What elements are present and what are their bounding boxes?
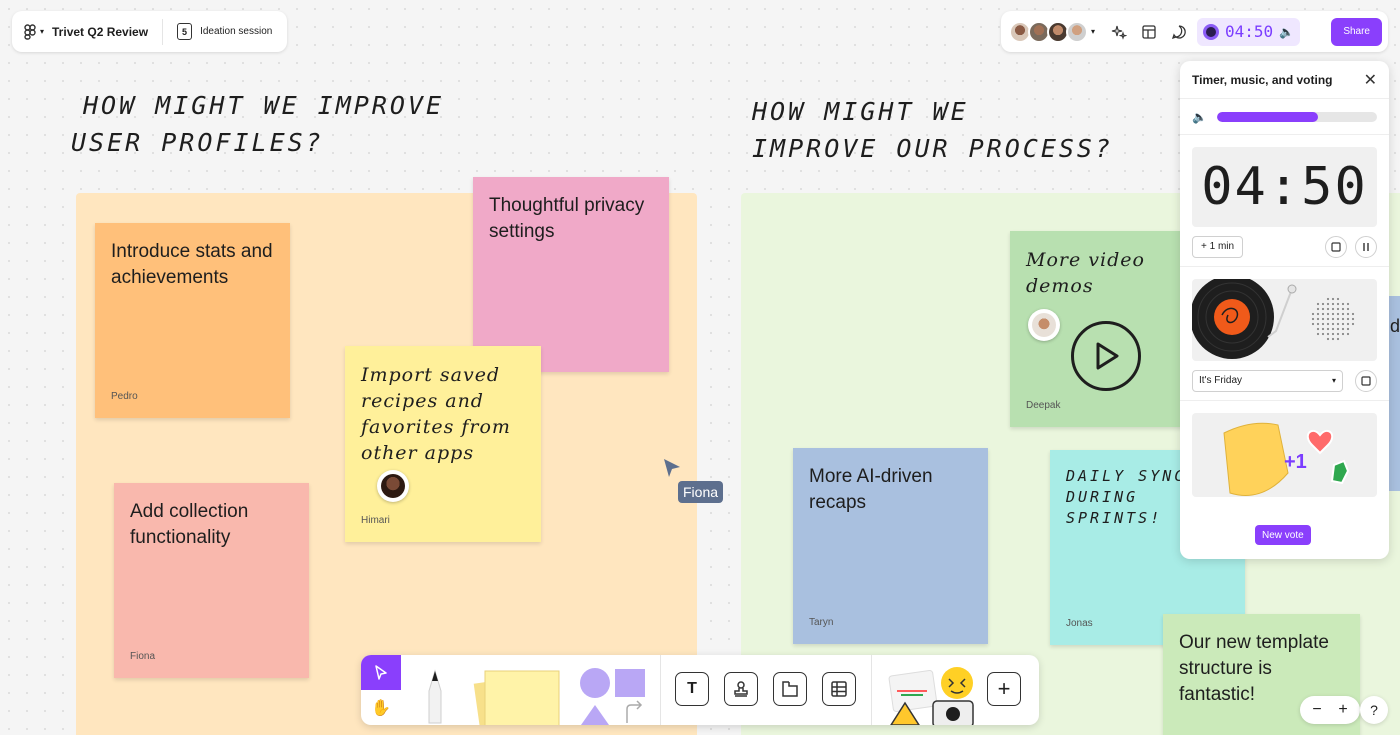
divider bbox=[871, 655, 872, 725]
section-tool-icon[interactable] bbox=[773, 672, 807, 706]
help-icon[interactable]: ? bbox=[1360, 696, 1388, 724]
sticky-text: Introduce stats and achievements bbox=[111, 241, 273, 288]
sticky-note[interactable]: Thoughtful privacy settings bbox=[473, 177, 669, 372]
heading-line: USER PROFILES? bbox=[71, 128, 324, 157]
add-minute-button[interactable]: + 1 min bbox=[1192, 235, 1244, 258]
timer-readout: 04:50 bbox=[1225, 22, 1274, 41]
bottom-toolbar: ✋ T + bbox=[361, 655, 1039, 725]
timer-music-voting-panel: Timer, music, and voting ✕ 🔈 04:50 + 1 m… bbox=[1180, 61, 1389, 559]
page-name[interactable]: Ideation session bbox=[200, 26, 272, 37]
music-player bbox=[1192, 279, 1377, 361]
file-menu[interactable]: ▾ Trivet Q2 Review 5 Ideation session bbox=[12, 11, 287, 52]
sticky-author: Pedro bbox=[111, 391, 138, 402]
speaker-icon[interactable]: 🔈 bbox=[1192, 110, 1207, 124]
divider bbox=[162, 18, 164, 45]
timer-chip[interactable]: 04:50 🔈 bbox=[1197, 17, 1301, 46]
panel-header: Timer, music, and voting ✕ bbox=[1180, 61, 1389, 99]
ai-sparkle-icon[interactable] bbox=[1107, 20, 1131, 44]
volume-row: 🔈 bbox=[1180, 99, 1389, 135]
vote-stickers-icon: +1 bbox=[1223, 422, 1350, 496]
sticky-author: Fiona bbox=[130, 651, 156, 662]
sticky-text: Add collection functionality bbox=[130, 501, 249, 548]
sticky-text: More AI-driven recaps bbox=[809, 466, 933, 513]
chevron-down-icon: ▾ bbox=[1331, 376, 1336, 385]
heading-line: IMPROVE OUR PROCESS? bbox=[752, 134, 1114, 163]
stop-icon[interactable] bbox=[1325, 235, 1347, 258]
sticky-text: Thoughtful privacy settings bbox=[489, 195, 645, 242]
vinyl-icon bbox=[1203, 23, 1220, 40]
sticky-note[interactable]: Import saved recipes and favorites from … bbox=[345, 346, 541, 542]
shapes-tool-icon[interactable] bbox=[575, 665, 651, 725]
divider bbox=[660, 655, 661, 725]
avatar bbox=[1028, 309, 1060, 341]
heading-line: HOW MIGHT WE bbox=[752, 97, 969, 126]
text-tool-icon[interactable]: T bbox=[675, 672, 709, 706]
heading-process: HOW MIGHT WE IMPROVE OUR PROCESS? bbox=[752, 93, 1113, 167]
zoom-out-icon[interactable]: − bbox=[1306, 701, 1328, 719]
user-face-icon bbox=[1032, 313, 1056, 337]
heading-user-profiles: HOW MIGHT WE IMPROVE USER PROFILES? bbox=[71, 87, 445, 161]
song-name: It's Friday bbox=[1199, 375, 1243, 386]
chevron-down-icon[interactable]: ▾ bbox=[1091, 27, 1095, 36]
music-controls: It's Friday ▾ bbox=[1180, 361, 1389, 401]
pause-icon[interactable] bbox=[1355, 235, 1377, 258]
timer-display: 04:50 bbox=[1192, 147, 1377, 227]
page-number-icon: 5 bbox=[177, 23, 193, 40]
collab-toolbar: ▾ 04:50 🔈 Share bbox=[1001, 11, 1388, 52]
stamp-tool-icon[interactable] bbox=[724, 672, 758, 706]
svg-text:+1: +1 bbox=[1284, 451, 1307, 473]
sticky-author: Deepak bbox=[1026, 400, 1061, 411]
speaker-grill-icon bbox=[1311, 297, 1355, 341]
sticky-text: Import saved recipes and favorites from … bbox=[361, 364, 511, 464]
speaker-icon[interactable]: 🔈 bbox=[1279, 25, 1294, 39]
voting-illustration: +1 bbox=[1192, 413, 1377, 497]
pen-tool-icon[interactable] bbox=[411, 663, 461, 725]
add-icon[interactable]: + bbox=[987, 672, 1021, 706]
zoom-in-icon[interactable]: + bbox=[1332, 701, 1354, 719]
sticky-text: More video demos bbox=[1026, 249, 1145, 297]
song-select[interactable]: It's Friday ▾ bbox=[1192, 369, 1343, 392]
heading-line: HOW MIGHT WE IMPROVE bbox=[83, 91, 445, 120]
sticky-note[interactable]: Add collection functionality Fiona bbox=[114, 483, 309, 678]
volume-fill bbox=[1216, 111, 1318, 122]
collaborator-avatars[interactable]: ▾ bbox=[1009, 20, 1095, 43]
sticky-note[interactable]: More AI-driven recaps Taryn bbox=[793, 448, 988, 644]
cursor-name-label: Fiona bbox=[678, 481, 724, 503]
share-button[interactable]: Share bbox=[1331, 17, 1382, 46]
widgets-tool-icon[interactable] bbox=[887, 665, 981, 725]
table-tool-icon[interactable] bbox=[822, 672, 856, 706]
zoom-controls: − + bbox=[1300, 696, 1360, 724]
avatar bbox=[377, 470, 409, 502]
avatar[interactable] bbox=[1066, 20, 1088, 43]
figma-logo-icon[interactable]: ▾ bbox=[24, 23, 45, 40]
sticky-note[interactable]: Introduce stats and achievements Pedro bbox=[95, 223, 290, 418]
timer-controls: + 1 min bbox=[1180, 227, 1389, 267]
user-face-icon bbox=[381, 474, 405, 498]
comment-icon[interactable] bbox=[1167, 20, 1191, 44]
vinyl-record-icon bbox=[1192, 279, 1297, 359]
close-icon[interactable]: ✕ bbox=[1364, 70, 1377, 90]
play-icon bbox=[1071, 321, 1141, 391]
file-title[interactable]: Trivet Q2 Review bbox=[52, 25, 148, 39]
move-tool-icon[interactable] bbox=[361, 655, 401, 690]
sticky-note-tool-icon[interactable] bbox=[469, 665, 565, 725]
sticky-note[interactable]: More video demos Deepak bbox=[1010, 231, 1206, 427]
new-vote-button[interactable]: New vote bbox=[1255, 525, 1311, 545]
chevron-down-icon: ▾ bbox=[40, 27, 45, 36]
sticky-note-edge: d bbox=[1388, 296, 1400, 491]
sticky-text: d bbox=[1390, 316, 1400, 336]
panel-title: Timer, music, and voting bbox=[1192, 72, 1333, 87]
sticky-author: Taryn bbox=[809, 617, 834, 628]
layout-icon[interactable] bbox=[1137, 20, 1161, 44]
cursor-arrow-icon bbox=[664, 459, 680, 477]
stop-icon[interactable] bbox=[1355, 369, 1377, 392]
hand-tool-icon[interactable]: ✋ bbox=[361, 690, 401, 725]
sticky-author: Himari bbox=[361, 515, 390, 526]
volume-slider[interactable] bbox=[1216, 111, 1377, 122]
sticky-author: Jonas bbox=[1066, 618, 1093, 629]
